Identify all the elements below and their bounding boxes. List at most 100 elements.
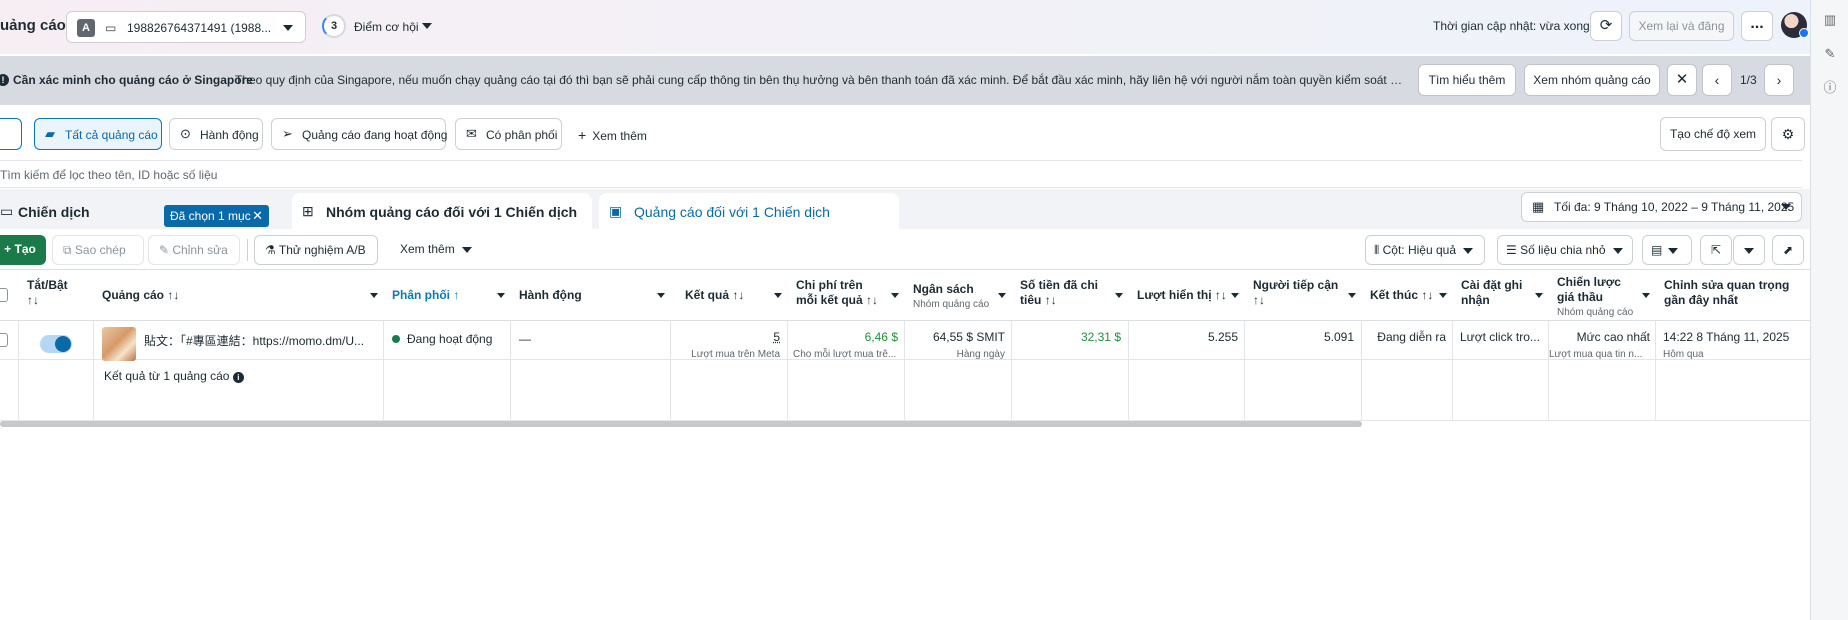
chevron-down-icon [1535, 293, 1543, 298]
chevron-down-icon [1439, 293, 1447, 298]
last-edit-value: 14:22 8 Tháng 11, 2025 [1663, 330, 1790, 344]
filter-label: Hành động [200, 128, 259, 142]
filter-bar: ▰ Tất cả quảng cáo ⊙ Hành động ➢ Quảng c… [0, 112, 1810, 154]
info-icon[interactable]: ⓘ [1822, 80, 1838, 96]
reports-button[interactable]: ▤ [1642, 235, 1692, 265]
refresh-button[interactable]: ⟳ [1590, 11, 1622, 41]
search-button[interactable] [0, 118, 22, 150]
cost-value: 6,46 $ [864, 330, 898, 344]
report-icon: ▤ [1651, 243, 1666, 257]
more-actions-button[interactable]: Xem thêm [390, 235, 474, 265]
ab-test-label: Thử nghiệm A/B [278, 243, 366, 257]
edit-button[interactable]: ✎ Chỉnh sửa [148, 235, 240, 265]
date-range-picker[interactable]: ▦ Tối đa: 9 Tháng 10, 2022 – 9 Tháng 11,… [1521, 192, 1802, 222]
delivery-label: Đang hoạt động [407, 332, 493, 346]
breakdown-button[interactable]: ☰ Số liệu chia nhỏ [1497, 235, 1633, 265]
table-row[interactable]: 貼文：「#專區連結：https://momo.dm/U... Đang hoạt… [0, 321, 1810, 361]
pencil-icon[interactable]: ✎ [1822, 46, 1838, 62]
horizontal-scrollbar[interactable] [0, 421, 1362, 427]
selected-pill[interactable]: Đã chọn 1 mục ✕ [164, 205, 269, 227]
ad-thumbnail[interactable] [102, 327, 136, 361]
row-checkbox[interactable] [0, 333, 8, 347]
bid-value: Mức cao nhất [1576, 330, 1650, 344]
create-label: Tạo [14, 242, 36, 256]
col-header-delivery[interactable]: Phân phối ↑ [384, 270, 511, 322]
col-header-ad[interactable]: Quảng cáo ↑↓ [94, 270, 384, 322]
export-menu-button[interactable] [1733, 235, 1765, 265]
filter-label: Tất cả quảng cáo [65, 128, 158, 142]
actions-cell: — [519, 332, 531, 346]
tab-adsets[interactable]: ⊞ Nhóm quảng cáo đối với 1 Chiến dịch [292, 193, 592, 229]
chevron-down-icon [774, 293, 782, 298]
charts-button[interactable]: ⬈ [1772, 235, 1804, 265]
create-button[interactable]: + Tạo [0, 235, 46, 265]
create-view-button[interactable]: Tạo chế độ xem [1660, 117, 1766, 151]
view-settings-button[interactable]: ⚙ [1771, 117, 1805, 151]
last-edit-cell: 14:22 8 Tháng 11, 2025 Hôm qua [1663, 330, 1810, 360]
col-header-toggle[interactable]: Tắt/Bật ↑↓ [19, 270, 94, 322]
tab-label: Chiến dịch [18, 204, 90, 220]
filter-active-ads[interactable]: ➢ Quảng cáo đang hoạt động [271, 118, 447, 150]
bid-cell: Mức cao nhất Lượt mua qua tin n... [1549, 330, 1650, 360]
results-cell: 5 Lượt mua trên Meta [671, 330, 780, 360]
filter-all-ads[interactable]: ▰ Tất cả quảng cáo [34, 118, 162, 150]
budget-sub: Hàng ngày [956, 349, 1005, 360]
info-icon[interactable]: i [232, 372, 244, 383]
columns-button[interactable]: ⦀ Cột: Hiệu quả [1365, 235, 1485, 265]
attribution-cell: Lượt click tro... [1460, 330, 1540, 344]
sort-icon: ↑↓ [1421, 288, 1434, 302]
col-header-actions[interactable]: Hành động [511, 270, 671, 322]
col-header-spent[interactable]: Số tiền đã chi tiêu ↑↓ [1012, 270, 1129, 322]
tab-label: Quảng cáo đối với 1 Chiến dịch [634, 204, 830, 220]
col-header-bid-strategy[interactable]: Chiến lược giá thầu Nhóm quảng cáo [1549, 270, 1656, 322]
col-header-ends[interactable]: Kết thúc ↑↓ [1362, 270, 1453, 322]
col-header-results[interactable]: Kết quả ↑↓ [671, 270, 788, 322]
review-publish-button[interactable]: Xem lại và đăng [1629, 11, 1734, 41]
filter-actions[interactable]: ⊙ Hành động [169, 118, 263, 150]
col-header-reach[interactable]: Người tiếp cận ↑↓ [1245, 270, 1362, 322]
export-button[interactable]: ⇱ [1700, 235, 1732, 265]
header-label: Hành động [519, 288, 582, 302]
columns-icon: ⦀ [1374, 243, 1383, 257]
copy-button[interactable]: ⧉ Sao chép [52, 235, 144, 265]
ad-name[interactable]: 貼文：「#專區連結：https://momo.dm/U... [144, 332, 380, 349]
header-label: Ngân sách [913, 282, 974, 296]
account-selector[interactable]: A ▭ 198826764371491 (1988... [66, 11, 306, 43]
ab-test-button[interactable]: ⚗ Thử nghiệm A/B [254, 235, 378, 265]
tab-campaigns[interactable]: ▭ Chiến dịch Đã chọn 1 mục ✕ [0, 193, 284, 229]
chevron-down-icon [1348, 293, 1356, 298]
learn-more-button[interactable]: Tìm hiểu thêm [1418, 64, 1516, 96]
close-banner-button[interactable]: ✕ [1667, 64, 1697, 96]
close-icon[interactable]: ✕ [252, 205, 263, 227]
last-edit-sub: Hôm qua [1663, 349, 1704, 360]
next-notice-button[interactable]: › [1764, 64, 1794, 96]
selected-pill-label: Đã chọn 1 mục [170, 209, 251, 223]
select-all-checkbox[interactable] [0, 288, 8, 302]
col-header-attribution[interactable]: Cài đặt ghi nhận [1453, 270, 1549, 322]
summary-label: Kết quả từ 1 quảng cáo i [104, 369, 244, 383]
col-header-cost[interactable]: Chi phí trên mỗi kết quả ↑↓ [788, 270, 905, 322]
chevron-down-icon [283, 25, 293, 31]
search-input[interactable]: Tìm kiếm để lọc theo tên, ID hoặc số liệ… [0, 160, 1802, 188]
cost-sub: Cho mỗi lượt mua trê... [793, 349, 897, 360]
filter-delivered[interactable]: ✉ Có phân phối [455, 118, 562, 150]
chart-bars-icon[interactable]: ▥ [1822, 12, 1838, 28]
more-options-button[interactable]: ... [1741, 11, 1773, 41]
ads-manager-page: uảng cáo A ▭ 198826764371491 (1988... 3 … [0, 0, 1810, 620]
tab-ads[interactable]: ▣ Quảng cáo đối với 1 Chiến dịch [599, 193, 899, 229]
notice-pager: 1/3 [1740, 73, 1757, 87]
chevron-down-icon [1667, 248, 1678, 254]
chevron-down-icon [998, 293, 1006, 298]
chevron-down-icon [1231, 293, 1239, 298]
ad-toggle[interactable] [40, 335, 72, 353]
col-header-budget[interactable]: Ngân sách Nhóm quảng cáo [905, 270, 1012, 322]
col-header-last-edit[interactable]: Chỉnh sửa quan trọng gần đây nhất [1656, 270, 1810, 322]
action-toolbar: + Tạo ⧉ Sao chép ✎ Chỉnh sửa ⚗ Thử nghiệ… [0, 229, 1810, 269]
see-more-filters[interactable]: + Xem thêm [578, 127, 647, 143]
col-header-impressions[interactable]: Lượt hiển thị ↑↓ [1129, 270, 1245, 322]
page-title: uảng cáo [0, 17, 66, 34]
prev-notice-button[interactable]: ‹ [1702, 64, 1732, 96]
view-adsets-button[interactable]: Xem nhóm quảng cáo [1524, 64, 1660, 96]
notice-banner: ! Cần xác minh cho quảng cáo ở Singapore… [0, 56, 1810, 105]
chevron-down-icon [1115, 293, 1123, 298]
